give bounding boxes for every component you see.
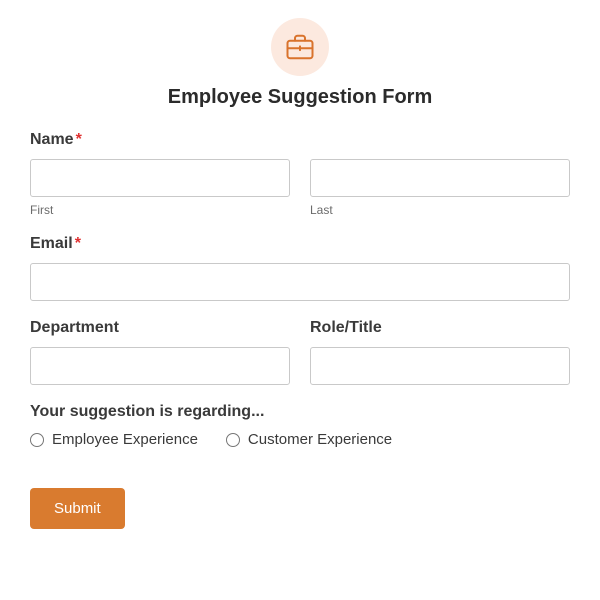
submit-button[interactable]: Submit: [30, 488, 125, 529]
header-icon-circle: [271, 18, 329, 76]
email-field-block: Email*: [30, 235, 570, 301]
last-sublabel: Last: [310, 203, 570, 217]
first-sublabel: First: [30, 203, 290, 217]
role-label: Role/Title: [310, 319, 570, 337]
radio-employee-exp-label: Employee Experience: [52, 431, 198, 448]
required-mark: *: [76, 131, 82, 148]
last-name-input[interactable]: [310, 159, 570, 197]
radio-employee-exp[interactable]: Employee Experience: [30, 431, 198, 448]
radio-employee-exp-input[interactable]: [30, 433, 44, 447]
name-label: Name*: [30, 131, 570, 149]
dept-role-block: Department Role/Title: [30, 319, 570, 385]
email-label: Email*: [30, 235, 570, 253]
form-title: Employee Suggestion Form: [30, 86, 570, 109]
suggestion-label: Your suggestion is regarding...: [30, 403, 570, 421]
radio-customer-exp-input[interactable]: [226, 433, 240, 447]
first-name-input[interactable]: [30, 159, 290, 197]
required-mark: *: [75, 235, 81, 252]
form-container: Employee Suggestion Form Name* First Las…: [0, 0, 600, 559]
role-input[interactable]: [310, 347, 570, 385]
department-label: Department: [30, 319, 290, 337]
email-label-text: Email: [30, 235, 73, 252]
radio-customer-exp[interactable]: Customer Experience: [226, 431, 392, 448]
suggestion-block: Your suggestion is regarding... Employee…: [30, 403, 570, 448]
department-input[interactable]: [30, 347, 290, 385]
briefcase-icon: [285, 32, 315, 62]
email-input[interactable]: [30, 263, 570, 301]
name-label-text: Name: [30, 131, 74, 148]
radio-customer-exp-label: Customer Experience: [248, 431, 392, 448]
name-field-block: Name* First Last: [30, 131, 570, 217]
